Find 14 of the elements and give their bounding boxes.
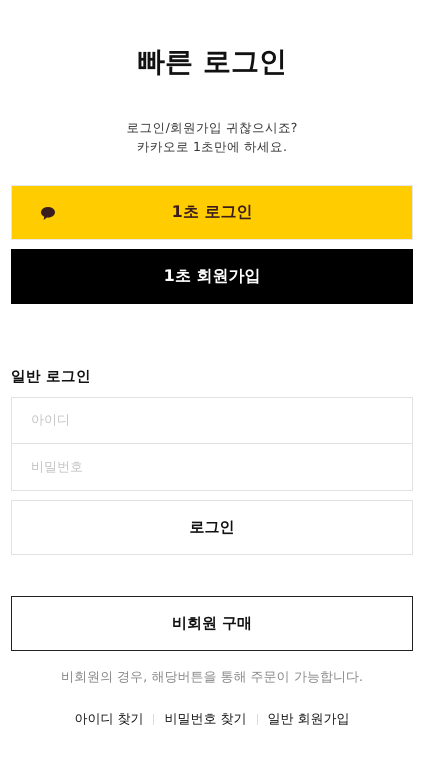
footer-link[interactable]: 일반 회원가입	[268, 710, 350, 728]
speech-bubble-icon	[41, 207, 55, 220]
guest-purchase-button[interactable]: 비회원 구매	[11, 596, 413, 651]
page-title: 빠른 로그인	[136, 44, 288, 80]
login-button[interactable]: 로그인	[11, 500, 413, 555]
kakao-signup-button[interactable]: 1초 회원가입	[11, 249, 413, 304]
subtitle-text: 로그인/회원가입 귀찮으시죠? 카카오로 1초만에 하세요.	[126, 119, 298, 156]
footer-link[interactable]: 아이디 찾기	[74, 710, 144, 728]
input-field[interactable]: 비밀번호	[11, 444, 413, 491]
input-field[interactable]: 아이디	[11, 397, 413, 444]
footer-link[interactable]: 비밀번호 찾기	[164, 710, 247, 728]
section-title: 일반 로그인	[11, 368, 92, 387]
guest-note: 비회원의 경우, 해당버튼을 통해 주문이 가능합니다.	[60, 669, 364, 687]
kakao-login-button[interactable]: 1초 로그인	[11, 185, 413, 240]
